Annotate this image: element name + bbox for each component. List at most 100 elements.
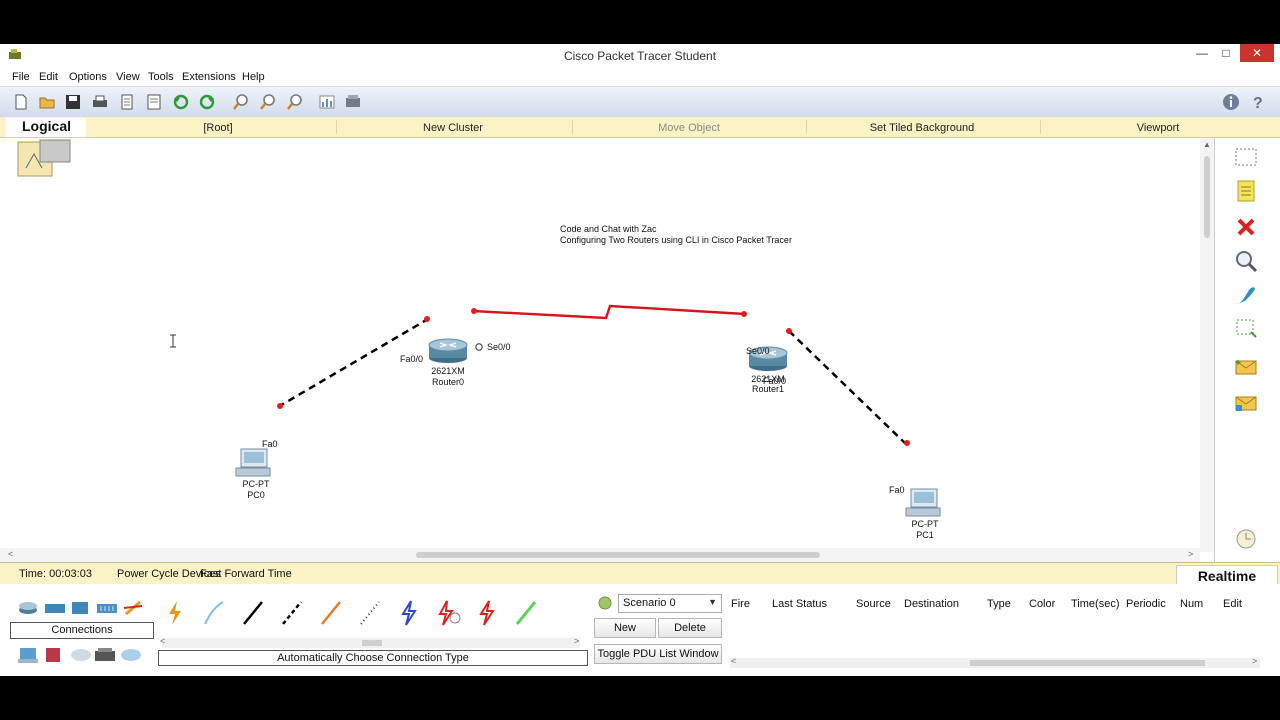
redo-icon[interactable] (198, 93, 216, 111)
pdu-col-time[interactable]: Time(sec) (1071, 598, 1119, 610)
pdu-col-destination[interactable]: Destination (904, 598, 959, 610)
delete-scenario-button[interactable]: Delete (658, 618, 722, 638)
menu-file[interactable]: File (12, 71, 30, 83)
console-cable-icon[interactable] (199, 598, 229, 628)
connections-scroll-left-icon[interactable]: < (160, 636, 165, 646)
new-cluster-button[interactable]: New Cluster (394, 122, 512, 134)
viewport-button[interactable]: Viewport (1110, 122, 1206, 134)
connections-scrollbar[interactable]: < > (160, 636, 580, 648)
zoom-in-icon[interactable] (232, 93, 250, 111)
scenario-info-icon[interactable] (598, 596, 612, 610)
wan-emulation-category-icon[interactable] (70, 648, 92, 662)
menu-help[interactable]: Help (242, 71, 265, 83)
multiuser-category-icon[interactable] (120, 648, 142, 662)
router0[interactable] (428, 338, 468, 363)
zoom-out-icon[interactable] (286, 93, 304, 111)
activity-wizard-icon[interactable] (118, 93, 136, 111)
connections-category-icon[interactable] (122, 598, 144, 618)
custom-pdu-icon[interactable] (145, 93, 163, 111)
horizontal-scrollbar[interactable]: < > (0, 548, 1200, 562)
routers-category-icon[interactable] (18, 600, 38, 616)
coaxial-cable-icon[interactable] (394, 598, 424, 628)
inspect-icon[interactable] (1233, 248, 1259, 274)
horizontal-scroll-thumb[interactable] (416, 552, 820, 558)
palette-icon[interactable] (318, 93, 336, 111)
simple-pdu-icon[interactable]: + (1233, 354, 1259, 380)
pdu-col-last-status[interactable]: Last Status (772, 598, 827, 610)
scroll-left-icon[interactable]: < (8, 549, 13, 559)
delete-icon[interactable] (1233, 214, 1259, 240)
realtime-clock-icon[interactable] (1231, 528, 1261, 550)
pdu-scroll-left-icon[interactable]: < (731, 656, 736, 666)
pdu-list-scrollbar[interactable]: < > (730, 656, 1260, 668)
pdu-col-type[interactable]: Type (987, 598, 1011, 610)
serial-dce-icon[interactable] (433, 598, 463, 628)
wireless-category-icon[interactable] (96, 600, 118, 616)
pdu-col-fire[interactable]: Fire (731, 598, 750, 610)
connections-scroll-right-icon[interactable]: > (574, 636, 579, 646)
root-button[interactable]: [Root] (160, 122, 276, 134)
set-tiled-background-button[interactable]: Set Tiled Background (852, 122, 992, 134)
fiber-icon[interactable] (316, 598, 346, 628)
hubs-category-icon[interactable] (71, 600, 89, 616)
connections-scroll-thumb[interactable] (362, 640, 382, 646)
draw-icon[interactable] (1233, 282, 1259, 308)
serial-dte-icon[interactable] (472, 598, 502, 628)
scroll-right-icon[interactable]: > (1188, 549, 1193, 559)
pdu-col-periodic[interactable]: Periodic (1126, 598, 1166, 610)
ethernet-link-router1-pc1[interactable] (788, 330, 908, 446)
fast-forward-time-button[interactable]: Fast Forward Time (200, 568, 292, 580)
toggle-pdu-list-button[interactable]: Toggle PDU List Window (594, 644, 722, 664)
resize-icon[interactable] (1233, 316, 1259, 342)
cluster-icon[interactable] (17, 139, 71, 177)
new-scenario-button[interactable]: New (594, 618, 656, 638)
undo-icon[interactable] (172, 93, 190, 111)
security-category-icon[interactable] (44, 646, 62, 664)
menu-options[interactable]: Options (69, 71, 107, 83)
scenario-select[interactable]: Scenario 0 ▼ (618, 594, 722, 613)
link-status-dot (786, 328, 792, 334)
complex-pdu-icon[interactable] (1233, 390, 1259, 416)
pdu-col-edit[interactable]: Edit (1223, 598, 1242, 610)
menu-view[interactable]: View (116, 71, 140, 83)
maximize-button[interactable]: □ (1216, 44, 1236, 62)
print-icon[interactable] (91, 93, 109, 111)
automatic-connection-icon[interactable] (160, 598, 190, 628)
zoom-reset-icon[interactable] (259, 93, 277, 111)
pdu-col-color[interactable]: Color (1029, 598, 1055, 610)
scroll-up-icon[interactable]: ▲ (1203, 140, 1211, 149)
menu-tools[interactable]: Tools (148, 71, 174, 83)
menu-extensions[interactable]: Extensions (182, 71, 236, 83)
new-file-icon[interactable] (12, 93, 30, 111)
switches-category-icon[interactable] (44, 600, 66, 616)
help-icon[interactable]: ? (1249, 93, 1267, 111)
vertical-scroll-thumb[interactable] (1204, 156, 1210, 238)
close-button[interactable]: ✕ (1240, 44, 1274, 62)
vertical-scrollbar[interactable]: ▲ (1200, 138, 1214, 552)
octal-cable-icon[interactable] (511, 598, 541, 628)
minimize-button[interactable]: — (1192, 44, 1212, 62)
logical-workspace[interactable]: Code and Chat with Zac Configuring Two R… (0, 138, 1200, 550)
menu-edit[interactable]: Edit (39, 71, 58, 83)
logical-tab[interactable]: Logical (6, 118, 86, 137)
note-line-2[interactable]: Configuring Two Routers using CLI in Cis… (560, 235, 792, 245)
note-line-1[interactable]: Code and Chat with Zac (560, 224, 657, 234)
pc0[interactable] (235, 448, 271, 477)
pdu-col-source[interactable]: Source (856, 598, 891, 610)
copper-cross-over-icon[interactable] (277, 598, 307, 628)
info-icon[interactable] (1222, 93, 1240, 111)
pdu-scroll-thumb[interactable] (970, 660, 1205, 666)
pc1[interactable] (905, 488, 941, 517)
note-icon[interactable] (1233, 178, 1259, 204)
copper-straight-through-icon[interactable] (238, 598, 268, 628)
save-icon[interactable] (64, 93, 82, 111)
open-folder-icon[interactable] (38, 93, 56, 111)
serial-link-router0-router1[interactable] (472, 304, 746, 320)
phone-cable-icon[interactable] (355, 598, 385, 628)
custom-made-category-icon[interactable] (94, 646, 116, 664)
end-devices-category-icon[interactable] (18, 646, 38, 664)
select-icon[interactable] (1233, 144, 1259, 170)
custom-device-icon[interactable] (344, 93, 362, 111)
pdu-scroll-right-icon[interactable]: > (1252, 656, 1257, 666)
pdu-col-num[interactable]: Num (1180, 598, 1203, 610)
